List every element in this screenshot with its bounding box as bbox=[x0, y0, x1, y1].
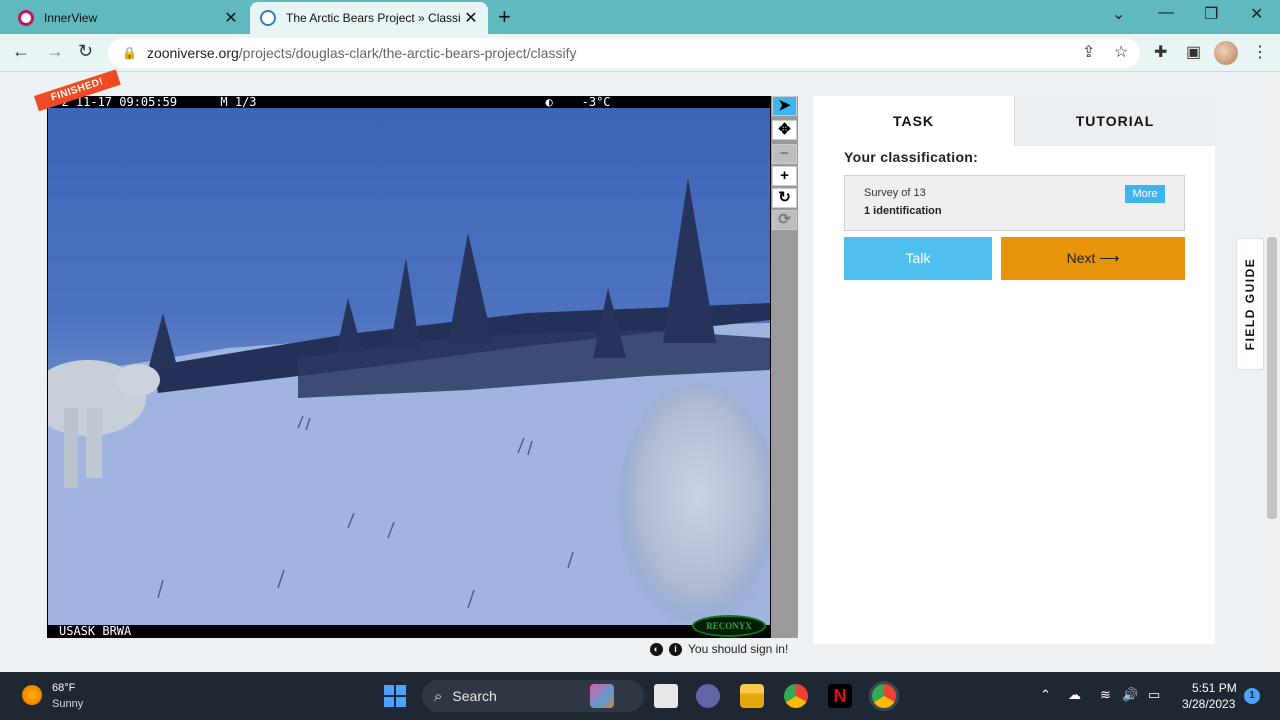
image-toolbar: ➤ ✥ − + ↻ ⟳ bbox=[771, 96, 798, 638]
notification-badge[interactable]: 1 bbox=[1244, 688, 1260, 704]
close-tab-icon[interactable]: ✕ bbox=[460, 8, 482, 28]
field-guide-label: FIELD GUIDE bbox=[1243, 257, 1257, 351]
file-explorer-icon[interactable] bbox=[740, 684, 764, 708]
subject-viewer[interactable]: 2 11-17 09:05:59 M 1/3 ◐ -3°C USASK BRWA… bbox=[47, 96, 771, 638]
survey-line: Survey of 13 bbox=[864, 187, 926, 199]
battery-icon[interactable]: ▭ bbox=[1148, 687, 1160, 703]
snow-landscape-image bbox=[48, 178, 770, 625]
next-button[interactable]: Next ⟶ bbox=[1001, 237, 1185, 280]
browser-tab-innerview[interactable]: InnerView ✕ bbox=[8, 2, 248, 34]
close-tab-icon[interactable]: ✕ bbox=[220, 8, 242, 28]
weather-condition: Sunny bbox=[52, 698, 84, 710]
wifi-icon[interactable]: ≋ bbox=[1100, 687, 1111, 703]
tab-title: InnerView bbox=[44, 11, 98, 25]
trail-camera-photo[interactable] bbox=[48, 108, 770, 625]
tab-title: The Arctic Bears Project » Classify bbox=[286, 11, 460, 25]
talk-button[interactable]: Talk bbox=[844, 237, 992, 280]
search-icon: ⌕ bbox=[434, 687, 443, 705]
restore-button[interactable]: ❐ bbox=[1204, 4, 1218, 24]
invert-contrast-icon[interactable]: ◐ bbox=[650, 642, 663, 656]
chrome-icon[interactable] bbox=[784, 684, 808, 708]
zoom-out-button[interactable]: − bbox=[772, 144, 797, 164]
volume-icon[interactable]: 🔊 bbox=[1122, 687, 1138, 703]
menu-icon[interactable]: ⋮ bbox=[1252, 42, 1268, 62]
browser-tab-arctic-bears[interactable]: The Arctic Bears Project » Classify ✕ bbox=[250, 2, 488, 34]
address-bar[interactable]: 🔒 zooniverse.org /projects/douglas-clark… bbox=[108, 38, 1140, 68]
tab-search-chevron-icon[interactable]: ⌄ bbox=[1112, 4, 1125, 24]
forward-button[interactable]: → bbox=[46, 41, 64, 62]
identification-count: 1 identification bbox=[864, 205, 942, 217]
more-button[interactable]: More bbox=[1125, 185, 1165, 203]
minimize-button[interactable]: — bbox=[1158, 4, 1174, 22]
info-icon[interactable]: i bbox=[669, 642, 682, 656]
innerview-favicon-icon bbox=[18, 10, 34, 26]
windows-start-icon[interactable] bbox=[384, 685, 406, 707]
windows-taskbar: 68°F Sunny ⌕ Search N ⌃ ☁ ≋ 🔊 ▭ 5:51 PM … bbox=[0, 672, 1280, 720]
subject-meta-row: ◐ i You should sign in! bbox=[650, 640, 788, 658]
share-icon[interactable]: ⇪ bbox=[1082, 42, 1095, 62]
bookmark-star-icon[interactable]: ☆ bbox=[1114, 42, 1128, 62]
classification-summary: Survey of 13 1 identification More bbox=[844, 175, 1185, 231]
page-scrollbar[interactable] bbox=[1264, 72, 1280, 672]
teams-chat-icon[interactable] bbox=[696, 684, 720, 708]
zoom-in-button[interactable]: + bbox=[772, 166, 797, 186]
netflix-icon[interactable]: N bbox=[828, 684, 852, 708]
classification-heading: Your classification: bbox=[844, 149, 979, 165]
camera-site-label: USASK BRWA bbox=[47, 625, 771, 638]
onedrive-cloud-icon[interactable]: ☁ bbox=[1068, 687, 1081, 703]
reconyx-logo: RECONYX bbox=[692, 615, 766, 637]
taskbar-search-label: Search bbox=[452, 688, 497, 704]
camera-info-strip: 2 11-17 09:05:59 M 1/3 ◐ -3°C bbox=[47, 96, 771, 108]
field-guide-tab[interactable]: FIELD GUIDE bbox=[1236, 238, 1264, 370]
profile-avatar[interactable] bbox=[1214, 41, 1238, 65]
pointer-tool-button[interactable]: ➤ bbox=[772, 96, 797, 116]
tab-tutorial[interactable]: TUTORIAL bbox=[1014, 96, 1215, 146]
sign-in-note: You should sign in! bbox=[688, 642, 789, 656]
task-panel: TASK TUTORIAL Your classification: Surve… bbox=[813, 96, 1215, 644]
reset-view-button[interactable]: ⟳ bbox=[772, 210, 797, 230]
pan-tool-button[interactable]: ✥ bbox=[772, 120, 797, 140]
url-host: zooniverse.org bbox=[146, 45, 239, 61]
reload-button[interactable]: ↻ bbox=[78, 41, 93, 62]
weather-temperature: 68°F bbox=[52, 682, 76, 694]
task-view-icon[interactable] bbox=[654, 684, 678, 708]
back-button[interactable]: ← bbox=[12, 41, 30, 62]
browser-toolbar: ← → ↻ 🔒 zooniverse.org /projects/douglas… bbox=[0, 34, 1280, 72]
paint-app-icon[interactable] bbox=[590, 684, 614, 708]
scrollbar-thumb[interactable] bbox=[1267, 237, 1277, 519]
tab-task[interactable]: TASK bbox=[813, 96, 1014, 146]
side-panel-icon[interactable]: ▣ bbox=[1186, 42, 1201, 62]
browser-tab-strip: InnerView ✕ The Arctic Bears Project » C… bbox=[0, 0, 1280, 34]
rotate-button[interactable]: ↻ bbox=[772, 188, 797, 208]
sun-weather-icon[interactable] bbox=[22, 685, 42, 705]
clock-time[interactable]: 5:51 PM bbox=[1192, 681, 1237, 695]
lock-icon: 🔒 bbox=[122, 46, 137, 60]
zooniverse-favicon-icon bbox=[260, 10, 276, 26]
chrome-profile-icon[interactable] bbox=[872, 684, 896, 708]
close-window-button[interactable]: ✕ bbox=[1250, 4, 1263, 24]
extensions-icon[interactable]: ✚ bbox=[1154, 42, 1167, 62]
new-tab-button[interactable]: + bbox=[498, 4, 511, 30]
show-hidden-icons-chevron-icon[interactable]: ⌃ bbox=[1040, 687, 1051, 703]
clock-date[interactable]: 3/28/2023 bbox=[1182, 697, 1235, 711]
url-path: /projects/douglas-clark/the-arctic-bears… bbox=[238, 45, 577, 61]
